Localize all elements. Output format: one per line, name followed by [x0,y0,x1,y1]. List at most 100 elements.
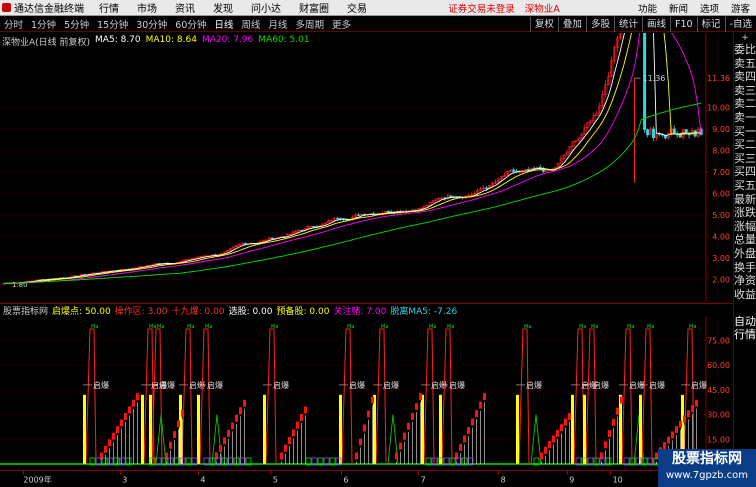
menu-gongneng[interactable]: 功能 [632,1,663,15]
burst-bar [83,394,86,464]
menu-jiaoyi[interactable]: 交易 [338,0,376,15]
sidebar-item-21[interactable]: 行情 [734,328,756,342]
candle-body [309,226,313,228]
ramp-block [683,415,686,423]
ramp-stem [224,446,225,464]
ramp-stem [133,408,134,464]
candlestick-chart[interactable]: 11.36 10.00 9.00 8.00 7.00 6.00 5.00 4.00 3.00 2.… [0,33,732,302]
sidebar-item-6[interactable]: 买一 [734,125,756,139]
ma-mark: Ma [91,324,98,330]
date-label: 9 [569,475,574,484]
sidebar-item-19[interactable] [734,301,756,315]
ind-y-label: 75.00 [707,336,730,345]
sidebar-item-9[interactable]: 买四 [734,165,756,179]
sidebar-expand-icon[interactable]: + [734,33,756,43]
date-label: 7 [421,475,426,484]
tool-f10[interactable]: F10 [669,17,697,32]
tool-zixuan[interactable]: -自选 [724,17,756,32]
ramp-stem [368,419,369,464]
ma20-line [3,33,702,284]
sidebar-item-3[interactable]: 卖三 [734,84,756,98]
guest-account[interactable]: 游客 [725,1,756,15]
period-weekly[interactable]: 周线 [237,17,264,31]
ramp-stem [561,433,562,464]
burst-label: 启爆 [349,380,365,390]
sidebar-item-8[interactable]: 买三 [734,152,756,166]
sidebar-item-17[interactable]: 净资 [734,274,756,288]
menu-zixun[interactable]: 资讯 [166,0,204,15]
sidebar-item-1[interactable]: 卖五 [734,57,756,71]
ramp-block [691,405,694,413]
menu-shichang[interactable]: 市场 [128,0,166,15]
ma-mark: Ma [271,324,278,330]
ma-mark: Ma [447,324,454,330]
ramp-stem [408,431,409,464]
ramp-block [455,452,458,460]
period-1min[interactable]: 1分钟 [27,17,60,31]
tool-fuquan[interactable]: 复权 [529,17,558,32]
tool-diejia[interactable]: 叠加 [557,17,586,32]
menu-hangqing[interactable]: 行情 [90,0,128,15]
menu-wenxiaoda[interactable]: 问小达 [242,0,290,15]
ramp-block [604,441,607,449]
sidebar-item-2[interactable]: 卖四 [734,70,756,84]
period-monthly[interactable]: 月线 [264,17,291,31]
ma-mark: Ma [591,324,598,330]
ramp-stem [360,447,361,464]
ramp-block [600,452,603,460]
ma-mark: Ma [149,324,156,330]
sidebar-item-12[interactable]: 涨跌 [734,206,756,220]
sidebar-item-13[interactable]: 涨幅 [734,220,756,234]
indicator-chart[interactable]: 75.00 60.00 45.00 30.00 15.00 启爆 Ma 启爆 Ma 启爆 Ma 启爆 M… [0,316,732,468]
ramp-stem [404,441,405,464]
ramp-stem [541,461,542,464]
sidebar-item-0[interactable]: 委比 [734,43,756,57]
ma5-value: MA5: 8.70 [95,35,141,45]
tool-tongji[interactable]: 统计 [613,17,642,32]
ramp-stem [601,461,602,464]
sidebar-item-11[interactable]: 最新 [734,193,756,207]
period-5min[interactable]: 5分钟 [60,17,93,31]
period-fenshi[interactable]: 分时 [0,17,27,31]
menu-faxian[interactable]: 发现 [204,0,242,15]
burst-spike [518,328,530,465]
price-label: 6.00 [712,189,730,198]
ramp-stem [613,427,614,464]
sidebar-item-14[interactable]: 总量 [734,233,756,247]
candle-body [312,226,316,228]
burst-bar [149,394,152,464]
ramp-stem [117,435,118,464]
period-daily[interactable]: 日线 [210,17,237,31]
period-15min[interactable]: 15分钟 [93,17,132,31]
burst-spike [573,328,585,465]
sidebar-item-18[interactable]: 收益 [734,288,756,302]
menu-caifuquan[interactable]: 财富圈 [290,0,338,15]
period-more[interactable]: 更多 [328,17,355,31]
menu-xuanxiang[interactable]: 选项 [694,1,725,15]
tool-duogu[interactable]: 多股 [585,17,614,32]
ma-mark: Ma [157,324,164,330]
ramp-block [419,393,422,401]
sidebar-item-15[interactable]: 外盘 [734,247,756,261]
sidebar-item-5[interactable]: 卖一 [734,111,756,125]
indicator-name[interactable]: 股票指标网 [0,304,48,317]
ramp-block [483,393,486,401]
sidebar-item-20[interactable]: 自动 [734,315,756,329]
sidebar-item-7[interactable]: 买二 [734,138,756,152]
sidebar-item-10[interactable]: 买五 [734,179,756,193]
period-toolbar: 分时 1分钟 5分钟 15分钟 30分钟 60分钟 日线 周线 月线 多周期 更… [0,17,756,32]
sidebar-item-4[interactable]: 卖二 [734,97,756,111]
ramp-block [280,452,283,460]
tool-huaxian[interactable]: 画线 [641,17,670,32]
period-30min[interactable]: 30分钟 [132,17,171,31]
ramp-stem [297,430,298,464]
tool-biaoji[interactable]: 标记 [696,17,725,32]
candle-body [336,217,340,220]
login-notice[interactable]: 证券交易未登录 [443,1,520,15]
watermark-title: 股票指标网 [672,451,742,467]
burst-spike [641,328,653,465]
menu-xinwen[interactable]: 新闻 [663,1,694,15]
period-60min[interactable]: 60分钟 [171,17,210,31]
period-multi[interactable]: 多周期 [291,17,328,31]
sidebar-item-16[interactable]: 换手 [734,261,756,275]
